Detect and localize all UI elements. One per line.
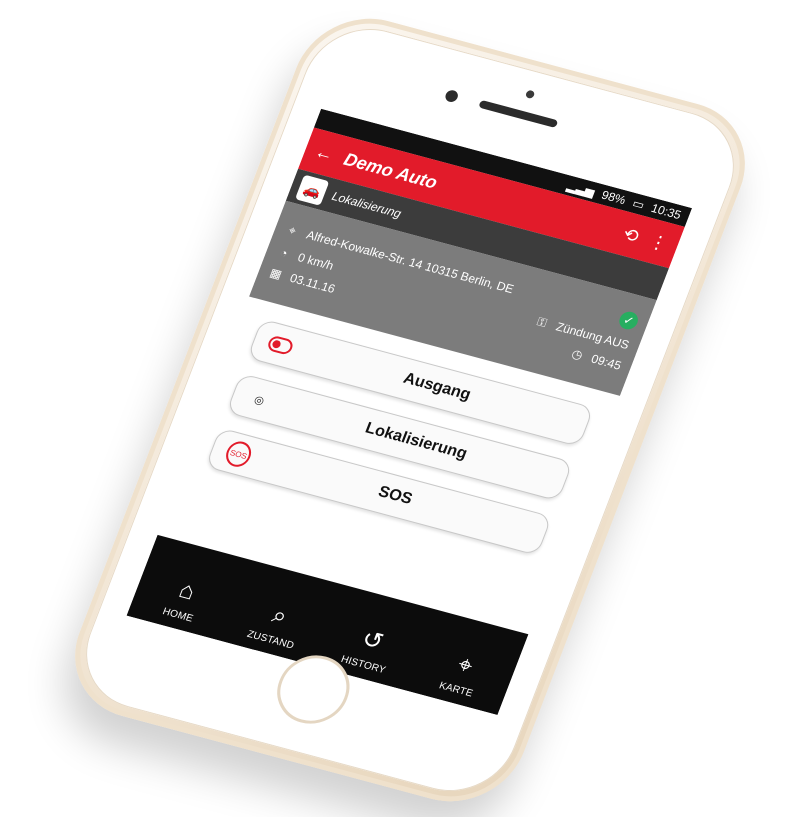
search-info-icon: ⌕ xyxy=(268,601,292,631)
phone-front: ▂▃▅ 98% ▭ 10:35 ← Demo Auto ⟲ ⋮ 🚗 Lokali… xyxy=(67,15,753,805)
sos-icon: SOS xyxy=(222,438,255,470)
calendar-icon: ▦ xyxy=(267,265,284,282)
refresh-icon[interactable]: ⟲ xyxy=(620,223,642,247)
home-icon: ⌂ xyxy=(175,576,199,606)
speed-text: 0 km/h xyxy=(295,250,336,273)
tab-home-label: HOME xyxy=(160,606,195,625)
check-icon: ✓ xyxy=(616,309,641,332)
stage: ▂▃▅ 98% ▭ 10:35 ← Demo Auto ⟲ ⋮ 🚗 Lokali… xyxy=(0,0,809,817)
locate-icon: ◎ xyxy=(252,393,267,408)
time-text: 09:45 xyxy=(589,351,624,373)
battery-icon: ▭ xyxy=(630,196,647,213)
date-text: 03.11.16 xyxy=(287,270,338,296)
earpiece-speaker xyxy=(478,99,559,129)
screen: ▂▃▅ 98% ▭ 10:35 ← Demo Auto ⟲ ⋮ 🚗 Lokali… xyxy=(126,108,693,716)
clock-icon: ◷ xyxy=(569,346,585,363)
arrow-left-icon[interactable]: ← xyxy=(312,141,337,165)
speedometer-icon: ◔ xyxy=(277,245,290,261)
location-pin-icon: ⌖ xyxy=(286,222,299,238)
car-icon: 🚗 xyxy=(294,174,330,206)
history-icon: ↺ xyxy=(358,625,388,656)
tab-zustand[interactable]: ⌕ ZUSTAND xyxy=(228,592,325,656)
front-camera xyxy=(443,88,460,104)
tab-zustand-label: ZUSTAND xyxy=(245,628,296,652)
phone: ▂▃▅ 98% ▭ 10:35 ← Demo Auto ⟲ ⋮ 🚗 Lokali… xyxy=(54,3,766,817)
tab-karte[interactable]: ⌖ KARTE xyxy=(413,642,510,706)
tab-karte-label: KARTE xyxy=(437,680,475,700)
toggle-icon xyxy=(264,331,296,360)
sensor xyxy=(524,89,536,100)
more-vert-icon[interactable]: ⋮ xyxy=(646,230,671,254)
tab-home[interactable]: ⌂ HOME xyxy=(135,567,232,631)
key-icon: ⚿ xyxy=(535,313,550,330)
map-icon: ⌖ xyxy=(453,651,477,680)
